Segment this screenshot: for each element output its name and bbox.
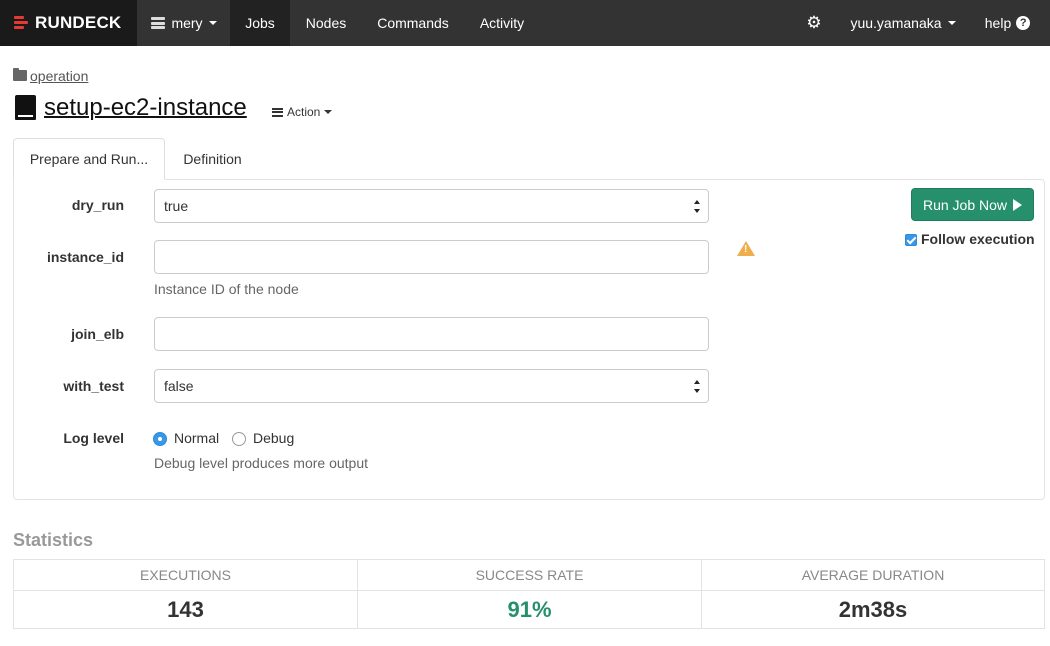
option-label-with-test: with_test [63, 378, 124, 394]
chevron-down-icon [324, 110, 333, 114]
follow-execution-label[interactable]: Follow execution [921, 231, 1035, 247]
stat-header: AVERAGE DURATION [702, 560, 1044, 591]
log-level-debug-radio[interactable] [232, 432, 246, 446]
question-circle-icon: ? [1016, 16, 1031, 30]
stat-executions: EXECUTIONS 143 [14, 560, 357, 628]
tab-definition[interactable]: Definition [165, 138, 260, 180]
dry-run-select[interactable]: true [154, 189, 709, 223]
statistics-heading: Statistics [13, 530, 94, 550]
log-level-normal-label[interactable]: Normal [174, 430, 219, 446]
chevron-down-icon [208, 21, 217, 25]
with-test-value: false [164, 378, 194, 394]
stat-value: 143 [167, 596, 204, 622]
nav-activity[interactable]: Activity [464, 0, 540, 46]
run-job-now-button[interactable]: Run Job Now [911, 188, 1034, 221]
warning-icon: ! [737, 241, 755, 256]
help-menu[interactable]: help ? [975, 0, 1040, 46]
stat-header: EXECUTIONS [14, 560, 357, 591]
log-level-label: Log level [63, 430, 124, 446]
stat-average-duration: AVERAGE DURATION 2m38s [701, 560, 1044, 628]
nav-jobs[interactable]: Jobs [230, 0, 290, 46]
rundeck-logo-icon [14, 16, 28, 30]
instance-id-help: Instance ID of the node [154, 281, 299, 297]
stat-value: 91% [507, 596, 552, 622]
instance-id-input[interactable] [154, 240, 709, 274]
log-level-help: Debug level produces more output [154, 455, 369, 471]
list-icon [272, 107, 283, 117]
stat-success-rate: SUCCESS RATE 91% [357, 560, 701, 628]
brand-name: RUNDECK [35, 13, 122, 32]
stat-header: SUCCESS RATE [358, 560, 701, 591]
help-label: help [984, 15, 1012, 31]
option-label-dry-run: dry_run [71, 197, 124, 213]
join-elb-input[interactable] [154, 317, 709, 351]
nav-nodes[interactable]: Nodes [290, 0, 362, 46]
select-arrows-icon [694, 380, 701, 393]
option-label-join-elb: join_elb [71, 326, 124, 342]
brand-logo-link[interactable]: RUNDECK [0, 0, 137, 46]
job-title-link[interactable]: setup-ec2-instance [44, 94, 247, 122]
statistics-table: EXECUTIONS 143 SUCCESS RATE 91% AVERAGE … [13, 559, 1045, 629]
follow-execution-checkbox[interactable] [905, 234, 917, 246]
with-test-select[interactable]: false [154, 369, 709, 403]
action-label: Action [287, 105, 321, 119]
select-arrows-icon [694, 200, 701, 213]
log-level-debug-label[interactable]: Debug [253, 430, 294, 446]
run-job-label: Run Job Now [922, 196, 1008, 213]
top-navbar: RUNDECK mery Jobs Nodes Commands Activit… [0, 0, 1050, 46]
job-group-link[interactable]: operation [30, 68, 88, 84]
server-stack-icon [151, 17, 166, 29]
log-level-normal-radio[interactable] [153, 432, 167, 446]
folder-icon [13, 68, 27, 81]
book-icon [15, 95, 36, 120]
dry-run-value: true [164, 198, 189, 214]
chevron-down-icon [947, 21, 956, 25]
project-name: mery [171, 15, 203, 31]
project-dropdown[interactable]: mery [138, 0, 230, 46]
user-dropdown[interactable]: yuu.yamanaka [838, 0, 968, 46]
tab-prepare-and-run[interactable]: Prepare and Run... [13, 138, 165, 180]
gear-icon: ⚙ [806, 13, 822, 32]
user-name: yuu.yamanaka [850, 15, 942, 31]
option-label-instance-id: instance_id [46, 249, 124, 265]
stat-value: 2m38s [838, 596, 908, 622]
action-dropdown[interactable]: Action [272, 105, 333, 119]
nav-commands[interactable]: Commands [362, 0, 464, 46]
play-icon [1013, 198, 1023, 211]
settings-button[interactable]: ⚙ [798, 0, 830, 46]
